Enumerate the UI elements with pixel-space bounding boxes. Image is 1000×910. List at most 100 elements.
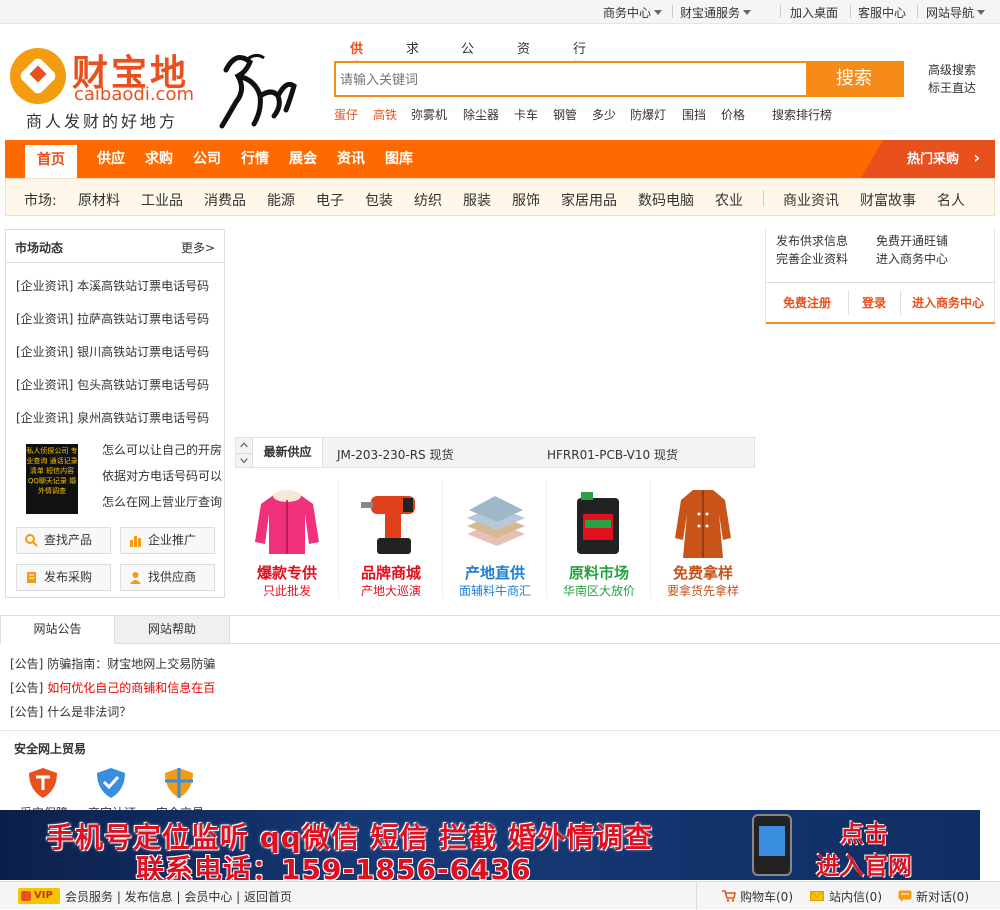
hot-word[interactable]: 弥雾机	[411, 106, 447, 123]
business-news-link[interactable]: 商业资讯	[783, 190, 839, 210]
nav-market[interactable]: 行情	[241, 140, 269, 178]
nav-news[interactable]: 资讯	[337, 140, 365, 178]
notice-item[interactable]: [公告] 防骗指南：财宝地网上交易防骗	[10, 655, 215, 672]
notice-item[interactable]: [公告] 如何优化自己的商铺和信息在百	[10, 679, 215, 696]
new-chat-link[interactable]: 新对话(0)	[916, 888, 969, 905]
site-nav-label: 网站导航	[926, 6, 975, 20]
market-link[interactable]: 服饰	[512, 190, 540, 210]
enter-business-center-button[interactable]: 进入商务中心	[901, 283, 995, 323]
market-link[interactable]: 包装	[365, 190, 393, 210]
post-info-link[interactable]: 发布供求信息	[776, 232, 848, 249]
cart-link[interactable]: 购物车(0)	[740, 888, 793, 905]
find-product-button[interactable]: 查找产品	[16, 527, 111, 554]
caibaotong-label: 财宝通服务	[680, 6, 741, 20]
caibaotong-menu[interactable]: 财宝通服务	[680, 4, 752, 21]
panel-header: 市场动态 更多>	[6, 230, 224, 263]
market-link[interactable]: 电子	[316, 190, 344, 210]
search-input[interactable]	[340, 66, 800, 92]
question-link[interactable]: 依据对方电话号码可以	[102, 467, 222, 484]
hot-word[interactable]: 围挡	[682, 106, 706, 123]
button-label: 企业推广	[148, 533, 197, 547]
footer-links[interactable]: 会员服务 | 发布信息 | 会员中心 | 返回首页	[65, 888, 292, 905]
complete-profile-link[interactable]: 完善企业资料	[776, 250, 848, 267]
category-hot-items[interactable]: 爆款专供 只此批发	[235, 480, 339, 598]
hot-word[interactable]: 价格	[721, 106, 745, 123]
tab-help[interactable]: 网站帮助	[115, 616, 230, 644]
business-center-link[interactable]: 进入商务中心	[876, 250, 948, 267]
news-item[interactable]: [企业资讯] 拉萨高铁站订票电话号码	[16, 310, 209, 327]
market-link[interactable]: 能源	[267, 190, 295, 210]
category-subtitle: 面辅料牛商汇	[458, 584, 531, 598]
site-nav-menu[interactable]: 网站导航	[926, 4, 986, 21]
tab-announcement[interactable]: 网站公告	[0, 616, 115, 644]
news-item[interactable]: [企业资讯] 包头高铁站订票电话号码	[16, 376, 209, 393]
news-item[interactable]: [企业资讯] 泉州高铁站订票电话号码	[16, 409, 209, 426]
business-center-label: 商务中心	[603, 6, 652, 20]
ad-line-2: 联系电话：159-1856-6436	[136, 853, 532, 880]
direct-search-link[interactable]: 标王直达	[928, 79, 976, 96]
inbox-link[interactable]: 站内信(0)	[829, 888, 882, 905]
business-center-menu[interactable]: 商务中心	[603, 4, 663, 21]
hot-word[interactable]: 蛋仔	[334, 106, 358, 123]
hot-word[interactable]: 防爆灯	[630, 106, 666, 123]
arrow-down-icon[interactable]	[236, 453, 253, 468]
divider	[696, 882, 697, 910]
login-button[interactable]: 登录	[849, 283, 899, 323]
hot-purchase-button[interactable]: 热门采购 ›	[861, 140, 995, 178]
category-free-sample[interactable]: 免费拿样 要拿货先拿样	[651, 480, 755, 598]
hot-word[interactable]: 多少	[592, 106, 616, 123]
category-brand-mall[interactable]: 品牌商城 产地大巡演	[339, 480, 443, 598]
market-link[interactable]: 农业	[715, 190, 743, 210]
register-button[interactable]: 免费注册	[766, 283, 848, 323]
hot-word[interactable]: 高铁	[373, 106, 397, 123]
question-link[interactable]: 怎么可以让自己的开房	[102, 441, 222, 458]
promote-business-button[interactable]: 企业推广	[120, 527, 215, 554]
market-link[interactable]: 家居用品	[561, 190, 617, 210]
nav-supply[interactable]: 供应	[97, 140, 125, 178]
supply-item[interactable]: JM-203-230-RS 现货	[337, 446, 453, 463]
chevron-down-icon	[743, 10, 752, 15]
market-link[interactable]: 工业品	[141, 190, 183, 210]
category-raw-materials[interactable]: 原料市场 华南区大放价	[547, 480, 651, 598]
nav-home[interactable]: 首页	[25, 145, 77, 178]
market-link[interactable]: 纺织	[414, 190, 442, 210]
question-link[interactable]: 怎么在网上营业厅查询	[102, 493, 222, 510]
hot-word[interactable]: 卡车	[514, 106, 538, 123]
notice-item[interactable]: [公告] 什么是非法词？	[10, 703, 131, 720]
member-panel: 发布供求信息 免费开通旺铺 完善企业资料 进入商务中心 免费注册 登录 进入商务…	[765, 229, 995, 325]
hot-purchase-label: 热门采购	[907, 152, 960, 167]
add-desktop-link[interactable]: 加入桌面	[790, 4, 838, 21]
find-supplier-button[interactable]: 找供应商	[120, 564, 215, 591]
news-item[interactable]: [企业资讯] 银川高铁站订票电话号码	[16, 343, 209, 360]
market-link[interactable]: 消费品	[204, 190, 246, 210]
hot-word[interactable]: 钢管	[553, 106, 577, 123]
market-link[interactable]: 服装	[463, 190, 491, 210]
post-purchase-button[interactable]: 发布采购	[16, 564, 111, 591]
supply-item[interactable]: HFRR01-PCB-V10 现货	[547, 446, 678, 463]
detective-ad-image[interactable]: 私人侦探公司 专业查询 通话记录清单 短信内容 QQ聊天记录 婚外情调查	[26, 444, 78, 514]
nav-exhibition[interactable]: 展会	[289, 140, 317, 178]
more-link[interactable]: 更多>	[181, 239, 215, 256]
market-link[interactable]: 数码电脑	[638, 190, 694, 210]
auth-tabs: 免费注册 登录 进入商务中心	[766, 282, 995, 324]
arrow-up-icon[interactable]	[236, 438, 253, 453]
nav-gallery[interactable]: 图库	[385, 140, 413, 178]
notice-text: 什么是非法词？	[47, 705, 132, 719]
news-item[interactable]: [企业资讯] 本溪高铁站订票电话号码	[16, 277, 209, 294]
nav-purchase[interactable]: 求购	[145, 140, 173, 178]
market-link[interactable]: 原材料	[78, 190, 120, 210]
hot-word[interactable]: 除尘器	[463, 106, 499, 123]
ad-banner[interactable]: 手机号定位监听 qq微信 短信 拦截 婚外情调查 联系电话：159-1856-6…	[0, 810, 980, 880]
search-button[interactable]: 搜索	[806, 63, 902, 95]
shield-check-icon	[97, 768, 125, 798]
jacket-icon	[255, 490, 319, 554]
wealth-story-link[interactable]: 财富故事	[860, 190, 916, 210]
category-direct-supply[interactable]: 产地直供 面辅料牛商汇	[443, 480, 547, 598]
nav-company[interactable]: 公司	[193, 140, 221, 178]
celebrity-link[interactable]: 名人	[937, 190, 965, 210]
search-ranking-link[interactable]: 搜索排行榜	[772, 106, 832, 123]
top-bar: 商务中心 财宝通服务 加入桌面 客服中心 网站导航	[0, 0, 1000, 24]
open-shop-link[interactable]: 免费开通旺铺	[876, 232, 948, 249]
advanced-search-link[interactable]: 高级搜索	[928, 61, 976, 78]
customer-center-link[interactable]: 客服中心	[858, 4, 906, 21]
